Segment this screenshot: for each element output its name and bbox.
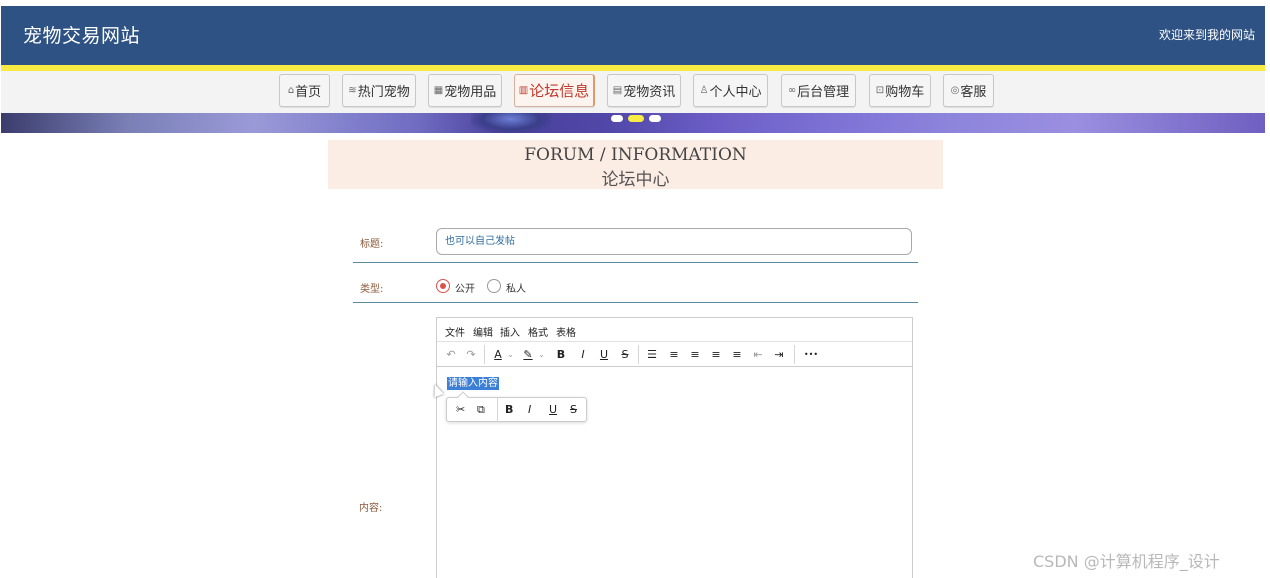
forum-icon: ▥	[518, 85, 529, 96]
nav-hot-pets[interactable]: ≋ 热门宠物	[342, 74, 416, 107]
menu-format[interactable]: 格式	[528, 324, 548, 339]
copy-icon[interactable]: ⧉	[477, 403, 485, 417]
radio-private-label[interactable]: 私人	[506, 280, 526, 295]
cut-icon[interactable]: ✂	[456, 403, 465, 416]
site-header: 宠物交易网站 欢迎来到我的网站	[1, 6, 1265, 65]
menu-table[interactable]: 表格	[556, 324, 576, 339]
bold-icon[interactable]: B	[554, 347, 568, 362]
banner-image	[471, 113, 551, 133]
underline-icon[interactable]: U	[549, 403, 557, 416]
cart-icon: ⊡	[875, 85, 885, 96]
more-icon[interactable]: •••	[800, 347, 822, 362]
align-center-icon[interactable]: ≡	[688, 347, 702, 362]
carousel-dot[interactable]	[611, 115, 623, 122]
menu-edit[interactable]: 编辑	[473, 324, 493, 339]
rich-text-editor: 文件 编辑 插入 格式 表格 ↶ ↷ A ⌄ ✎ ⌄ B I U S ☰ ≡ ≡…	[436, 317, 913, 578]
main-nav: ⌂ 首页 ≋ 热门宠物 ▦ 宠物用品 ▥ 论坛信息 ▤ 宠物资讯 ♙ 个人中心 …	[1, 71, 1265, 113]
menu-insert[interactable]: 插入	[500, 324, 520, 339]
underline-icon[interactable]: U	[597, 347, 611, 362]
italic-icon[interactable]: I	[576, 347, 590, 362]
indent-icon[interactable]: ⇥	[772, 347, 786, 362]
toolbar-separator	[497, 398, 498, 421]
nav-forum[interactable]: ▥ 论坛信息	[514, 74, 595, 107]
bold-icon[interactable]: B	[505, 403, 513, 416]
nav-user-center-label: 个人中心	[709, 85, 762, 100]
redo-icon[interactable]: ↷	[464, 347, 478, 362]
nav-service-label: 客服	[960, 85, 987, 100]
carousel-dots	[611, 115, 661, 122]
welcome-text: 欢迎来到我的网站	[1158, 28, 1255, 42]
highlight-icon[interactable]: ✎	[521, 347, 535, 362]
align-right-icon[interactable]: ≡	[709, 347, 723, 362]
divider	[353, 262, 918, 263]
editor-placeholder[interactable]: 请输入内容	[447, 377, 499, 390]
align-left-icon[interactable]: ≡	[667, 347, 681, 362]
radio-public-label[interactable]: 公开	[455, 280, 475, 295]
carousel-dot-active[interactable]	[628, 115, 644, 122]
divider	[353, 302, 918, 303]
nav-cart[interactable]: ⊡ 购物车	[869, 74, 931, 107]
nav-home-label: 首页	[295, 85, 322, 100]
nav-pet-news-label: 宠物资讯	[623, 85, 676, 100]
section-title-box: FORUM / INFORMATION 论坛中心	[328, 140, 943, 190]
carousel-dot[interactable]	[649, 115, 661, 122]
title-input[interactable]: 也可以自己发帖	[436, 228, 912, 255]
service-icon: ◎	[950, 85, 960, 96]
toolbar-separator	[484, 345, 485, 364]
nav-pet-news[interactable]: ▤ 宠物资讯	[607, 74, 681, 107]
radio-public[interactable]	[436, 279, 450, 293]
undo-icon[interactable]: ↶	[444, 347, 458, 362]
nav-pet-supplies-label: 宠物用品	[444, 85, 497, 100]
toolbar-separator	[638, 345, 639, 364]
nav-hot-pets-label: 热门宠物	[357, 85, 410, 100]
editor-toolbar: ↶ ↷ A ⌄ ✎ ⌄ B I U S ☰ ≡ ≡ ≡ ≡ ⇤ ⇥ •••	[437, 342, 912, 367]
editor-menubar: 文件 编辑 插入 格式 表格	[437, 318, 912, 342]
user-icon: ♙	[699, 85, 709, 96]
outdent-icon[interactable]: ⇤	[751, 347, 765, 362]
nav-forum-label: 论坛信息	[529, 82, 590, 100]
pets-icon: ≋	[348, 85, 357, 96]
menu-file[interactable]: 文件	[445, 324, 465, 339]
nav-pet-supplies[interactable]: ▦ 宠物用品	[428, 74, 502, 107]
nav-user-center[interactable]: ♙ 个人中心	[693, 74, 768, 107]
section-title-cn: 论坛中心	[601, 170, 670, 190]
nav-home[interactable]: ⌂ 首页	[279, 74, 330, 107]
text-color-icon[interactable]: A	[491, 347, 505, 362]
type-label: 类型:	[360, 284, 384, 295]
quick-toolbar: ✂ ⧉ B I U S	[446, 391, 587, 422]
content-label: 内容:	[359, 503, 383, 514]
page: 宠物交易网站 欢迎来到我的网站 ⌂ 首页 ≋ 热门宠物 ▦ 宠物用品 ▥ 论坛信…	[0, 0, 1270, 578]
watermark: CSDN @计算机程序_设计	[1033, 552, 1220, 571]
radio-private[interactable]	[487, 279, 501, 293]
news-icon: ▤	[612, 85, 623, 96]
section-title-en: FORUM / INFORMATION	[524, 145, 747, 165]
chevron-down-icon[interactable]: ⌄	[506, 347, 515, 362]
strikethrough-icon[interactable]: S	[618, 347, 632, 362]
home-icon: ⌂	[287, 85, 295, 96]
nav-cart-label: 购物车	[885, 85, 925, 100]
site-title[interactable]: 宠物交易网站	[23, 21, 140, 48]
nav-admin[interactable]: ∞ 后台管理	[781, 74, 856, 107]
list-icon[interactable]: ☰	[645, 347, 659, 362]
banner-carousel	[1, 113, 1265, 133]
nav-service[interactable]: ◎ 客服	[943, 74, 994, 107]
strikethrough-icon[interactable]: S	[570, 403, 577, 416]
chevron-down-icon[interactable]: ⌄	[537, 347, 546, 362]
nav-admin-label: 后台管理	[797, 85, 850, 100]
toolbar-separator	[794, 345, 795, 364]
justify-icon[interactable]: ≡	[730, 347, 744, 362]
supplies-icon: ▦	[433, 85, 444, 96]
italic-icon[interactable]: I	[528, 403, 531, 416]
title-label: 标题:	[360, 239, 384, 250]
link-icon: ∞	[787, 85, 797, 96]
